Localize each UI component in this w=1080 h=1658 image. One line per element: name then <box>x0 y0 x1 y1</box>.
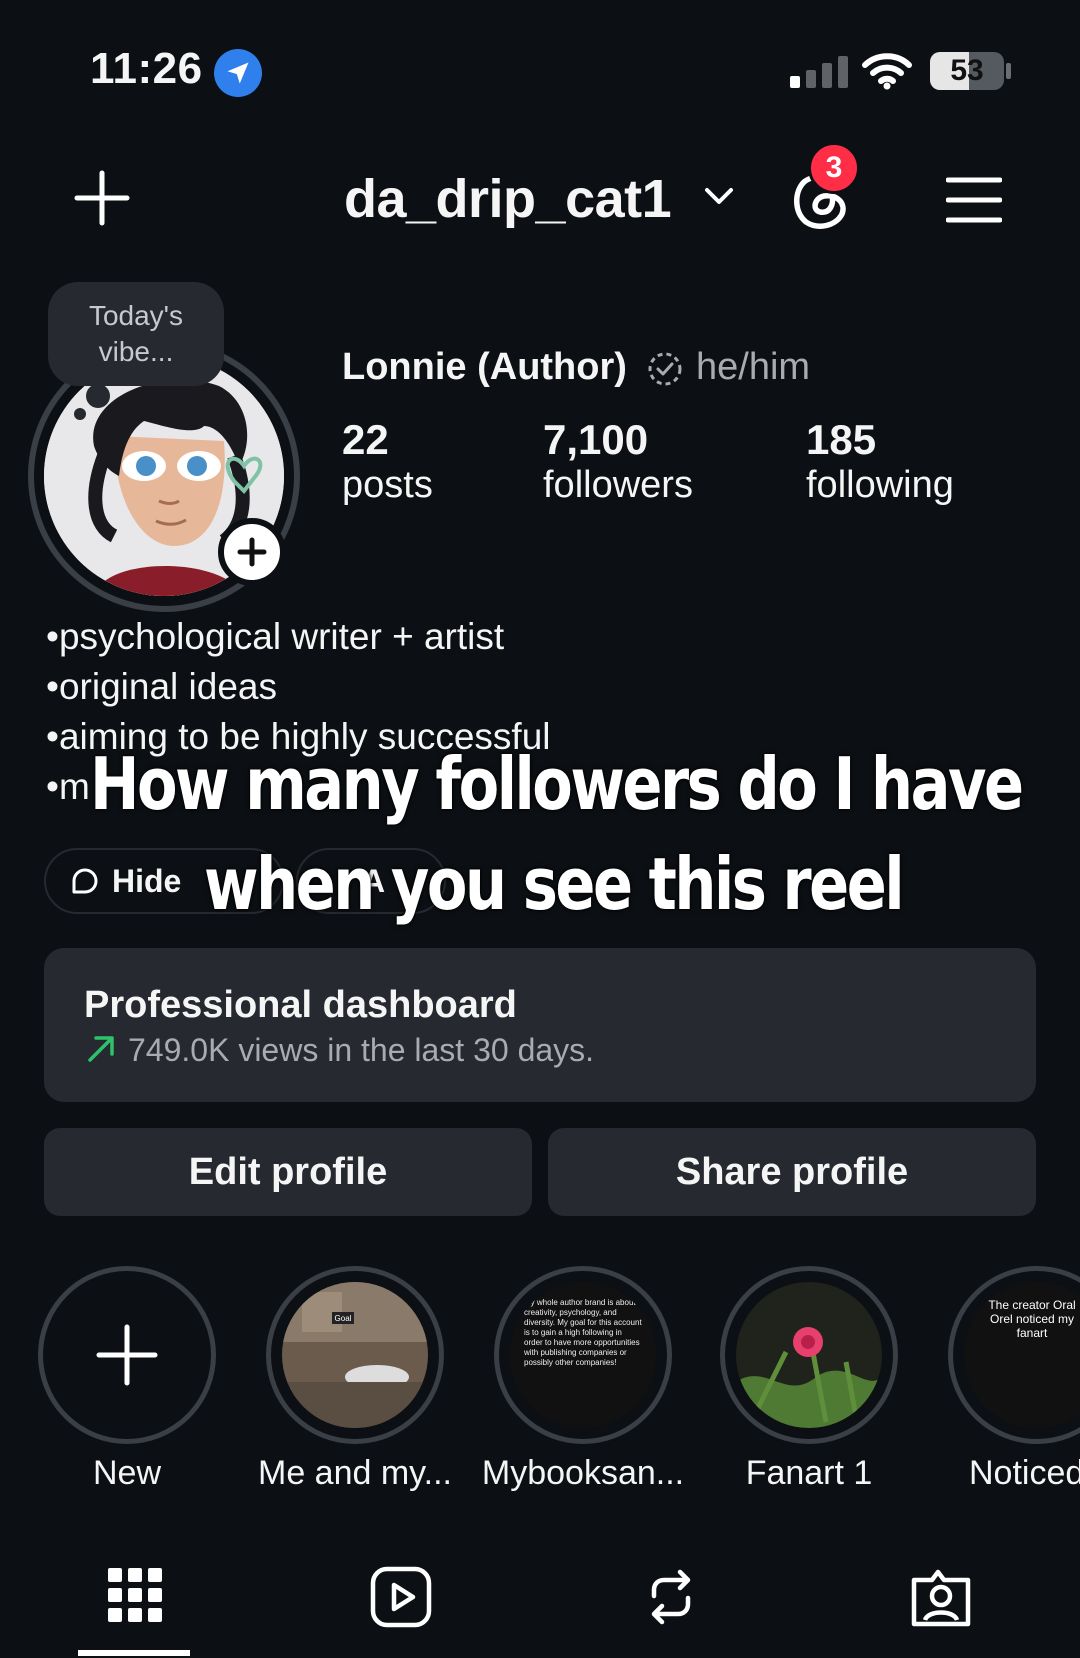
note-bubble-tail <box>86 384 110 408</box>
highlight-label: Fanart 1 <box>745 1454 873 1492</box>
thumb-text: My whole author brand is about creativit… <box>524 1298 642 1367</box>
battery-icon: 53 <box>930 52 1004 90</box>
reels-tab-icon[interactable] <box>370 1566 432 1633</box>
tagged-tab-icon[interactable] <box>910 1566 972 1633</box>
bio-line: •original ideas <box>46 666 277 707</box>
create-plus-icon[interactable] <box>74 170 130 231</box>
highlight-label: Me and my... <box>258 1454 452 1492</box>
stat-followers[interactable]: 7,100 followers <box>543 416 693 507</box>
reel-caption-line-2: when you see this reel <box>204 842 905 926</box>
grid-tab-icon[interactable] <box>108 1568 162 1627</box>
reel-caption-line-1: How many followers do I have <box>90 742 1024 826</box>
stat-label: following <box>806 464 954 506</box>
location-arrow-icon <box>214 49 262 97</box>
active-tab-indicator <box>78 1650 190 1656</box>
reposts-tab-icon[interactable] <box>640 1566 702 1633</box>
stat-posts[interactable]: 22 posts <box>342 416 433 507</box>
chevron-down-icon[interactable] <box>704 186 734 211</box>
highlight-thumbnail: Goal <box>282 1282 428 1428</box>
note-bubble[interactable]: Today's vibe... <box>48 282 224 386</box>
stat-value: 7,100 <box>543 416 649 463</box>
hamburger-menu-icon[interactable] <box>945 176 1003 229</box>
highlight-thumbnail: My whole author brand is about creativit… <box>510 1282 656 1428</box>
display-name: Lonnie (Author) <box>342 346 627 388</box>
battery-nub <box>1006 63 1011 79</box>
bio-line: •m <box>46 766 90 807</box>
note-bubble-tail-dot <box>74 408 86 420</box>
status-time: 11:26 <box>90 44 203 93</box>
account-username[interactable]: da_drip_cat1 <box>344 168 672 230</box>
notification-count-badge: 3 <box>808 142 860 194</box>
cellular-signal-icon <box>790 54 848 88</box>
wifi-icon <box>862 52 912 95</box>
battery-percent: 53 <box>950 54 984 87</box>
plus-icon <box>96 1324 158 1391</box>
dashboard-title: Professional dashboard <box>84 984 517 1026</box>
highlight-thumbnail <box>736 1282 882 1428</box>
stat-value: 185 <box>806 416 877 463</box>
edit-profile-button[interactable]: Edit profile <box>44 1128 532 1216</box>
thumb-caption: Goal <box>335 1314 352 1323</box>
trend-up-arrow-icon <box>86 1034 116 1069</box>
verified-badge-icon <box>646 350 684 393</box>
add-story-button[interactable] <box>218 518 286 586</box>
chip-label: Hide <box>112 862 182 899</box>
highlight-label: Mybooksan... <box>481 1454 685 1492</box>
stat-label: followers <box>543 464 693 506</box>
bio-line: •psychological writer + artist <box>46 616 505 657</box>
stat-value: 22 <box>342 416 389 463</box>
dashboard-subtitle: 749.0K views in the last 30 days. <box>128 1032 595 1068</box>
thumb-text: The creator Oral Orel noticed my fanart <box>988 1298 1076 1340</box>
stat-following[interactable]: 185 following <box>806 416 954 507</box>
share-profile-button[interactable]: Share profile <box>548 1128 1036 1216</box>
highlight-label: Noticed <box>969 1454 1080 1492</box>
pronouns: he/him <box>696 346 811 388</box>
stat-label: posts <box>342 464 433 506</box>
highlight-label: New <box>92 1454 162 1492</box>
threads-chat-icon <box>72 868 98 894</box>
